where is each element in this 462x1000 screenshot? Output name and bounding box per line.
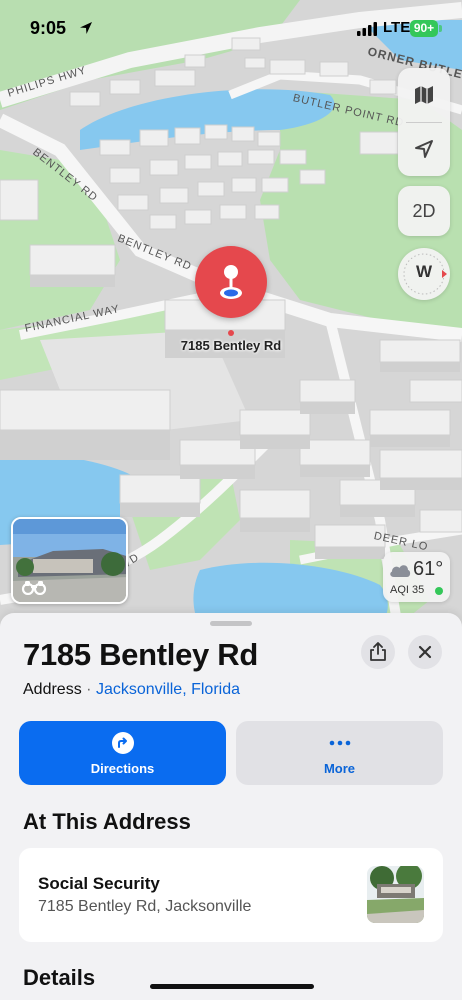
- business-card[interactable]: Social Security 7185 Bentley Rd, Jackson…: [19, 848, 443, 942]
- more-button[interactable]: More: [236, 721, 443, 785]
- aqi-status-dot: [435, 587, 443, 595]
- at-address-heading: At This Address: [23, 809, 191, 834]
- place-title: 7185 Bentley Rd: [23, 637, 258, 672]
- map-mode-button[interactable]: [398, 68, 450, 122]
- view-2d-toggle[interactable]: 2D: [398, 186, 450, 236]
- place-card-sheet[interactable]: 7185 Bentley Rd Address · Jacksonville, …: [0, 613, 462, 1000]
- battery-indicator: 90+: [410, 20, 438, 37]
- home-indicator[interactable]: [150, 984, 314, 989]
- close-icon: [418, 645, 432, 659]
- pushpin-icon: [220, 265, 242, 299]
- map-controls-group: [398, 68, 450, 176]
- cloud-icon: [390, 565, 411, 577]
- compass-button[interactable]: W: [398, 248, 450, 300]
- temperature: 61°: [413, 558, 444, 580]
- ellipsis-icon: [329, 740, 350, 746]
- status-time: 9:05: [30, 18, 67, 38]
- place-subtitle: Address · Jacksonville, Florida: [23, 681, 240, 699]
- business-thumbnail: [367, 866, 424, 923]
- directions-label: Directions: [90, 761, 155, 776]
- status-bar: 9:05 LTE 90+: [0, 0, 462, 56]
- directions-icon: [111, 732, 134, 754]
- close-button[interactable]: [408, 635, 442, 669]
- binoculars-icon: [21, 581, 47, 595]
- location-services-icon: [80, 22, 92, 34]
- location-arrow-icon: [415, 140, 433, 158]
- cellular-signal-icon: [357, 22, 377, 36]
- subtitle-separator: ·: [86, 681, 92, 698]
- place-location-link[interactable]: Jacksonville, Florida: [96, 681, 240, 698]
- place-type: Address: [23, 681, 82, 698]
- more-label: More: [323, 761, 356, 776]
- map-icon: [415, 86, 433, 104]
- look-around-thumbnail[interactable]: [11, 517, 128, 604]
- map-view[interactable]: PHILIPS HWY BENTLEY RD BENTLEY RD BUTLER…: [0, 0, 462, 640]
- location-pin[interactable]: [195, 246, 267, 318]
- compass-heading: W: [415, 262, 433, 281]
- sheet-grabber[interactable]: [210, 621, 252, 626]
- business-address: 7185 Bentley Rd, Jacksonville: [38, 898, 252, 915]
- pin-anchor-dot: [228, 330, 234, 336]
- share-button[interactable]: [361, 635, 395, 669]
- weather-widget[interactable]: 61° AQI 35: [383, 552, 450, 602]
- share-icon: [370, 642, 386, 661]
- aqi-value: AQI 35: [390, 584, 425, 596]
- business-name: Social Security: [38, 874, 160, 893]
- directions-button[interactable]: Directions: [19, 721, 226, 785]
- network-type: LTE: [383, 19, 411, 36]
- battery-tip: [439, 25, 442, 32]
- business-photo: [367, 866, 424, 923]
- pin-label: 7185 Bentley Rd: [180, 338, 282, 353]
- locate-me-button[interactable]: [398, 122, 450, 176]
- details-heading: Details: [23, 965, 96, 990]
